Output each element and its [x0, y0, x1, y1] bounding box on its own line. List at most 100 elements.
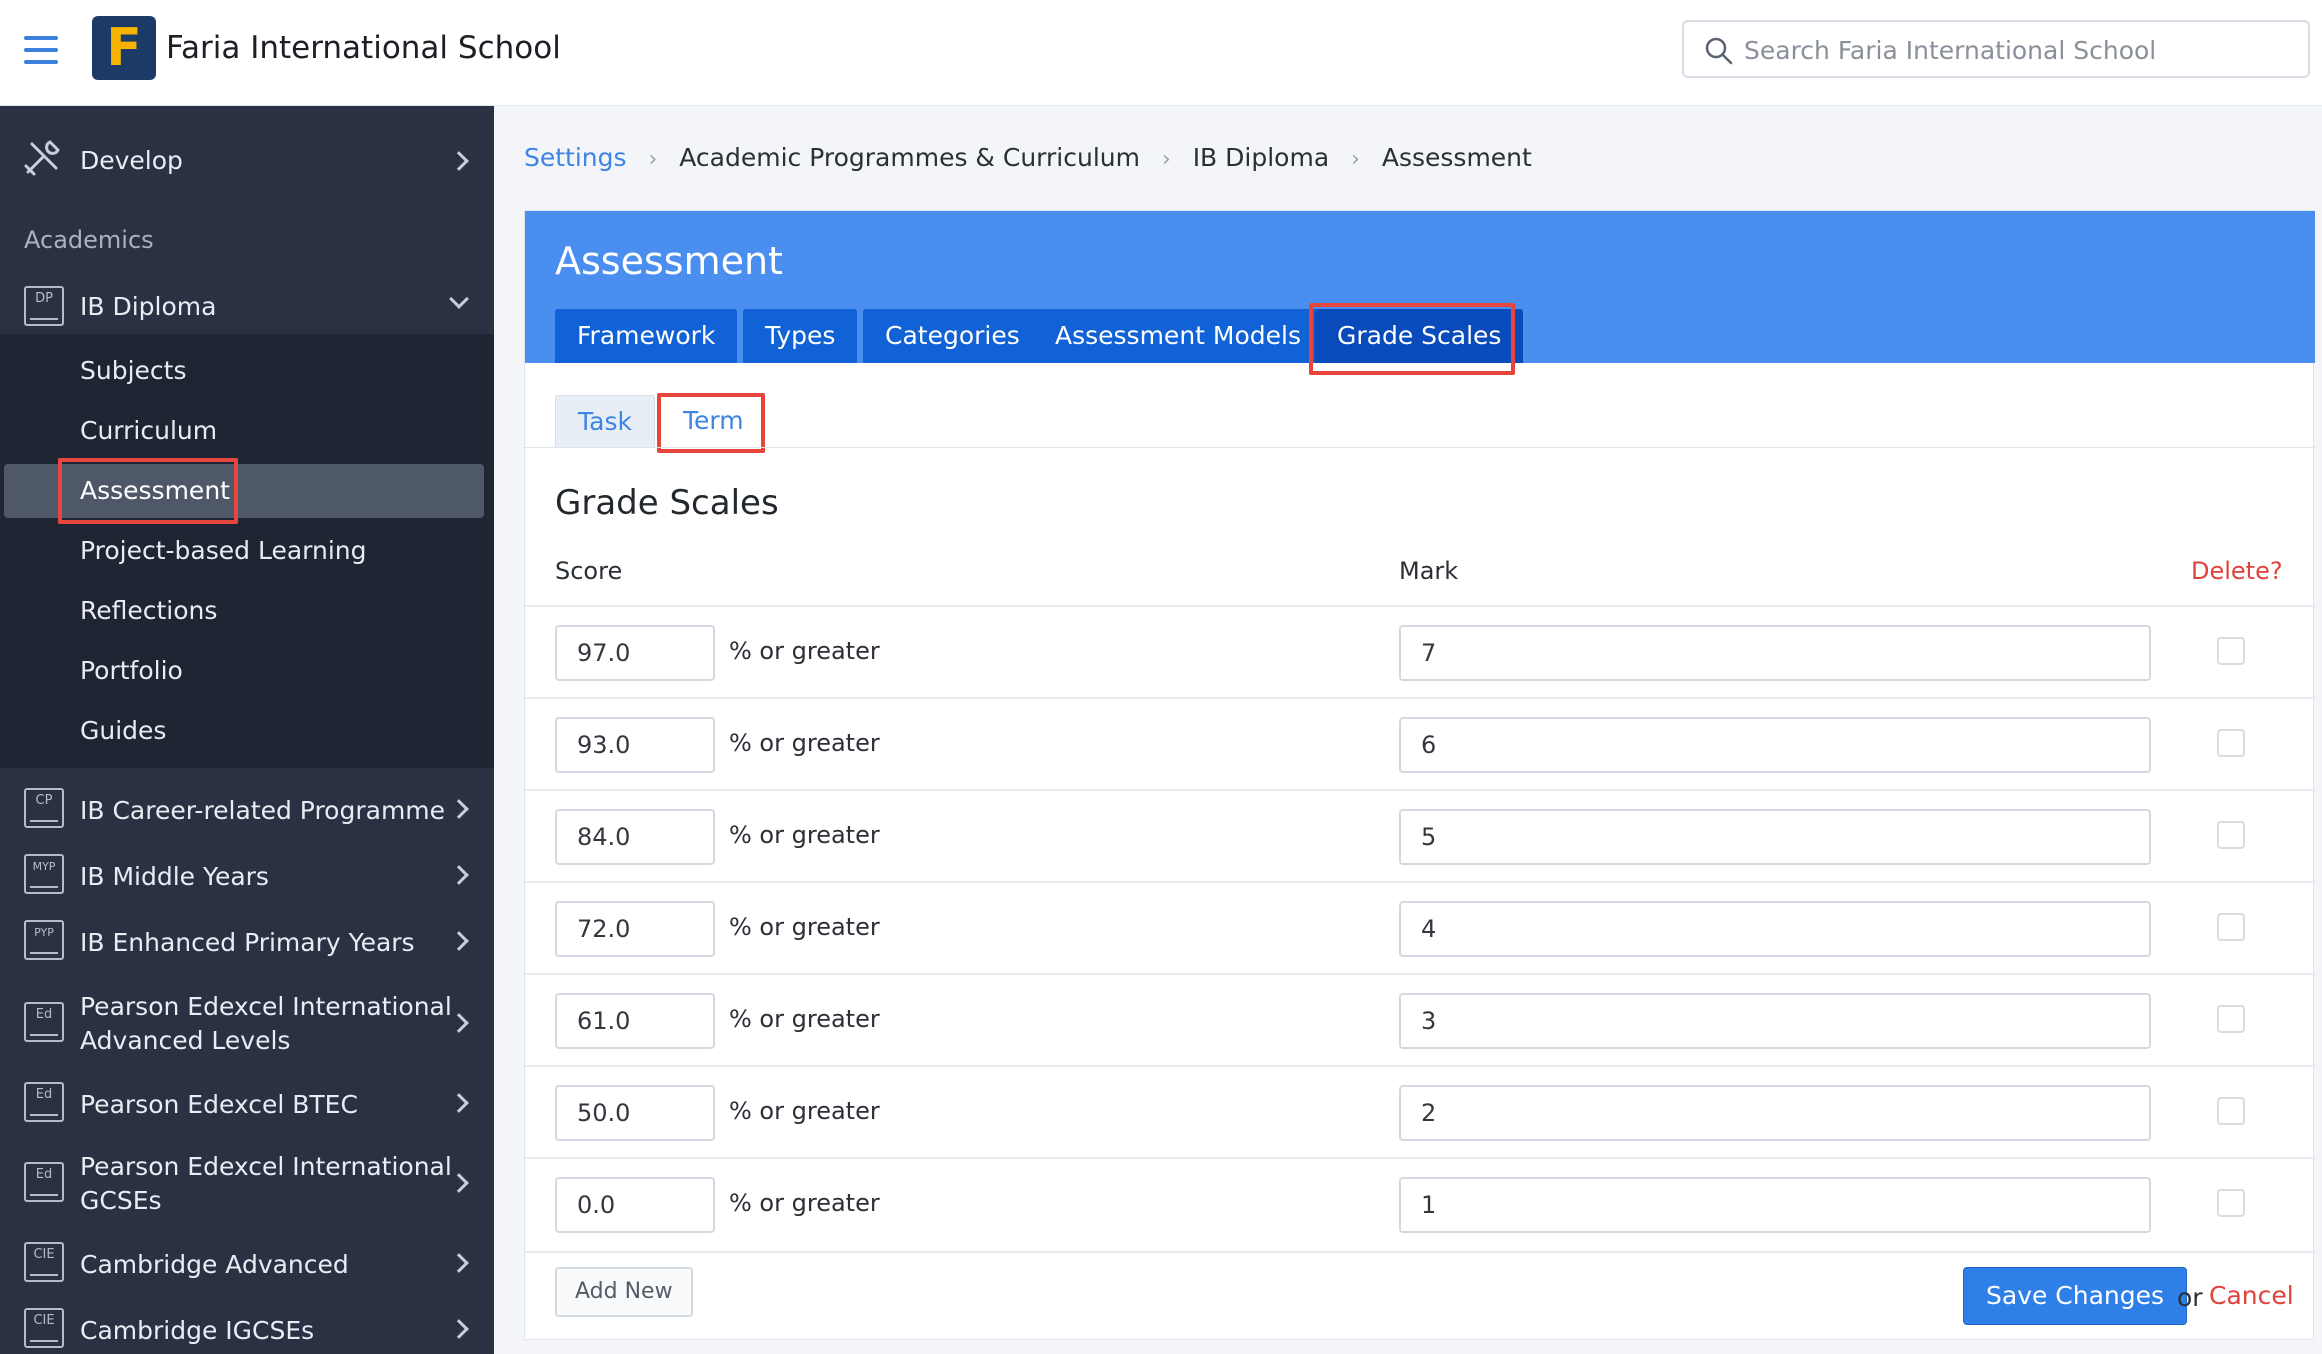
cie-program-icon: CIE	[24, 1242, 64, 1282]
table-row: % or greater	[525, 1065, 2315, 1157]
pyp-program-icon: PYP	[24, 920, 64, 960]
delete-checkbox[interactable]	[2217, 1189, 2245, 1217]
score-input[interactable]	[555, 625, 715, 681]
chevron-right-icon	[449, 151, 469, 171]
table-row: % or greater	[525, 789, 2315, 881]
sidebar-item-label: Cambridge Advanced	[80, 1250, 349, 1279]
delete-checkbox[interactable]	[2217, 729, 2245, 757]
or-label: or	[2177, 1283, 2203, 1312]
top-bar: F Faria International School	[0, 0, 2322, 106]
subtab-divider	[525, 447, 2315, 448]
sidebar-item-portfolio[interactable]: Portfolio	[80, 656, 183, 685]
table-row: % or greater	[525, 605, 2315, 697]
school-name[interactable]: Faria International School	[166, 30, 561, 66]
cp-program-icon: CP	[24, 788, 64, 828]
score-input[interactable]	[555, 1085, 715, 1141]
sidebar-item-label: Pearson Edexcel International	[80, 1152, 452, 1181]
sidebar-item-cambridge-advanced[interactable]: CIE Cambridge Advanced	[0, 1230, 494, 1292]
sidebar-item-guides[interactable]: Guides	[80, 716, 166, 745]
score-input[interactable]	[555, 901, 715, 957]
or-greater-label: % or greater	[729, 729, 880, 757]
sidebar-item-label: Develop	[80, 146, 183, 175]
tab-types[interactable]: Types	[743, 309, 858, 363]
add-new-button[interactable]: Add New	[555, 1267, 693, 1317]
sidebar-item-label-line2: GCSEs	[80, 1186, 162, 1215]
breadcrumb: Settings › Academic Programmes & Curricu…	[524, 143, 1546, 172]
sidebar-item-ib-career-related[interactable]: CP IB Career-related Programme	[0, 778, 494, 840]
mark-input[interactable]	[1399, 993, 2151, 1049]
chevron-right-icon	[449, 931, 469, 951]
search-input[interactable]	[1744, 32, 2294, 68]
score-input[interactable]	[555, 717, 715, 773]
column-header-score: Score	[555, 557, 623, 585]
sidebar-item-pearson-advanced-levels[interactable]: Ed Pearson Edexcel International Advance…	[0, 982, 494, 1062]
or-greater-label: % or greater	[729, 1005, 880, 1033]
page-title: Assessment	[555, 239, 783, 283]
mark-input[interactable]	[1399, 625, 2151, 681]
breadcrumb-settings[interactable]: Settings	[524, 143, 627, 172]
mark-input[interactable]	[1399, 901, 2151, 957]
myp-program-icon: MYP	[24, 854, 64, 894]
breadcrumb-separator-icon: ›	[1351, 147, 1360, 172]
sidebar: Develop Academics DP IB Diploma Subjects…	[0, 106, 494, 1354]
sidebar-item-develop[interactable]: Develop	[0, 136, 494, 186]
or-greater-label: % or greater	[729, 913, 880, 941]
sidebar-item-subjects[interactable]: Subjects	[80, 356, 186, 385]
highlight-box-term	[657, 393, 765, 453]
score-input[interactable]	[555, 993, 715, 1049]
delete-checkbox[interactable]	[2217, 1005, 2245, 1033]
breadcrumb-separator-icon: ›	[1161, 147, 1171, 172]
edexcel-program-icon: Ed	[24, 1162, 64, 1202]
sidebar-item-pearson-gcses[interactable]: Ed Pearson Edexcel International GCSEs	[0, 1142, 494, 1222]
section-title: Grade Scales	[555, 483, 779, 523]
save-changes-button[interactable]: Save Changes	[1963, 1267, 2188, 1325]
delete-checkbox[interactable]	[2217, 913, 2245, 941]
edexcel-program-icon: Ed	[24, 1002, 64, 1042]
chevron-right-icon	[449, 1173, 469, 1193]
chevron-right-icon	[449, 1253, 469, 1273]
hamburger-menu-icon[interactable]	[24, 36, 58, 64]
tab-assessment-models[interactable]: Assessment Models	[1033, 309, 1323, 363]
sidebar-item-ib-middle-years[interactable]: MYP IB Middle Years	[0, 844, 494, 906]
mark-input[interactable]	[1399, 809, 2151, 865]
or-greater-label: % or greater	[729, 1189, 880, 1217]
search-box[interactable]	[1682, 20, 2310, 78]
delete-checkbox[interactable]	[2217, 1097, 2245, 1125]
sidebar-item-ib-diploma[interactable]: DP IB Diploma	[0, 278, 494, 334]
sidebar-item-curriculum[interactable]: Curriculum	[80, 416, 217, 445]
sidebar-item-label-line2: Advanced Levels	[80, 1026, 291, 1055]
search-icon	[1705, 37, 1733, 65]
highlight-box-grade-scales	[1309, 303, 1515, 375]
footer-divider	[525, 1251, 2315, 1253]
chevron-right-icon	[449, 1013, 469, 1033]
subtab-task[interactable]: Task	[555, 395, 655, 447]
tab-categories[interactable]: Categories	[863, 309, 1042, 363]
mark-input[interactable]	[1399, 1177, 2151, 1233]
delete-checkbox[interactable]	[2217, 821, 2245, 849]
column-header-delete: Delete?	[2191, 557, 2283, 585]
assessment-card: Assessment Framework Types Categories As…	[524, 210, 2315, 1340]
mark-input[interactable]	[1399, 1085, 2151, 1141]
cancel-link[interactable]: Cancel	[2209, 1281, 2294, 1310]
sidebar-item-reflections[interactable]: Reflections	[80, 596, 217, 625]
breadcrumb-ib-diploma[interactable]: IB Diploma	[1193, 143, 1329, 172]
cie-program-icon: CIE	[24, 1308, 64, 1348]
breadcrumb-academic-programmes[interactable]: Academic Programmes & Curriculum	[679, 143, 1140, 172]
table-row: % or greater	[525, 1157, 2315, 1249]
sidebar-item-ib-enhanced-primary[interactable]: PYP IB Enhanced Primary Years	[0, 910, 494, 972]
sidebar-item-cambridge-igcses[interactable]: CIE Cambridge IGCSEs	[0, 1296, 494, 1354]
or-greater-label: % or greater	[729, 821, 880, 849]
score-input[interactable]	[555, 1177, 715, 1233]
table-row: % or greater	[525, 973, 2315, 1065]
delete-checkbox[interactable]	[2217, 637, 2245, 665]
sidebar-item-project-based-learning[interactable]: Project-based Learning	[80, 536, 367, 565]
score-input[interactable]	[555, 809, 715, 865]
table-row: % or greater	[525, 697, 2315, 789]
mark-input[interactable]	[1399, 717, 2151, 773]
or-greater-label: % or greater	[729, 1097, 880, 1125]
sidebar-item-label: Pearson Edexcel International	[80, 992, 452, 1021]
sidebar-item-pearson-btec[interactable]: Ed Pearson Edexcel BTEC	[0, 1070, 494, 1132]
sidebar-item-label: IB Enhanced Primary Years	[80, 928, 415, 957]
tab-framework[interactable]: Framework	[555, 309, 738, 363]
sidebar-item-label: IB Career-related Programme	[80, 796, 446, 825]
